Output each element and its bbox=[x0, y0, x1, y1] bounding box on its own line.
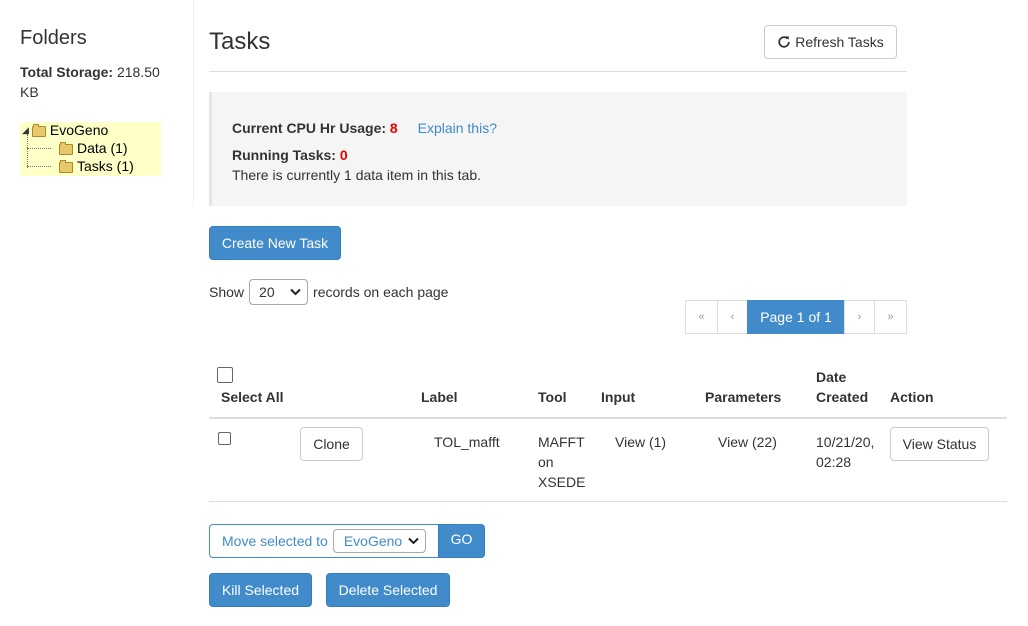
refresh-icon bbox=[778, 36, 790, 48]
move-target-select[interactable]: EvoGeno bbox=[332, 529, 427, 553]
folder-open-icon bbox=[31, 123, 46, 137]
cpu-usage: Current CPU Hr Usage: 8 Explain this? bbox=[232, 120, 497, 136]
tool-line: MAFFT bbox=[538, 434, 585, 450]
current-page-indicator[interactable]: Page 1 of 1 bbox=[747, 300, 845, 334]
page-size-select[interactable]: 20 bbox=[249, 279, 309, 305]
pagination: « ‹ Page 1 of 1 › » bbox=[685, 300, 907, 334]
select-all-checkbox[interactable] bbox=[217, 367, 233, 383]
storage-label: Total Storage: bbox=[20, 64, 114, 80]
header-parameters: Parameters bbox=[705, 389, 782, 405]
total-storage: Total Storage: 218.50 KB bbox=[20, 62, 170, 102]
chevron-down-icon bbox=[408, 537, 419, 545]
time-value: 02:28 bbox=[816, 454, 852, 470]
page-title: Tasks bbox=[209, 28, 271, 55]
folder-tree: ◢ EvoGeno Data (1) Tasks (1) bbox=[20, 122, 161, 176]
folder-icon bbox=[59, 141, 73, 155]
header-tool: Tool bbox=[538, 389, 567, 405]
folder-icon bbox=[59, 159, 73, 173]
move-selected-group: Move selected to EvoGeno GO bbox=[209, 524, 485, 558]
collapse-icon[interactable]: ◢ bbox=[22, 125, 29, 136]
chevron-down-icon bbox=[290, 288, 301, 296]
running-tasks: Running Tasks: 0 bbox=[232, 147, 348, 163]
records-label: records on each page bbox=[313, 284, 449, 300]
header-date: Date bbox=[816, 369, 847, 385]
tree-connector bbox=[27, 166, 51, 167]
first-page-button[interactable]: « bbox=[685, 300, 718, 334]
last-page-button[interactable]: » bbox=[874, 300, 907, 334]
data-item-note: There is currently 1 data item in this t… bbox=[232, 167, 481, 183]
explain-link[interactable]: Explain this? bbox=[418, 120, 497, 136]
tree-item-label[interactable]: Data (1) bbox=[77, 140, 128, 156]
usage-info-panel: Current CPU Hr Usage: 8 Explain this? Ru… bbox=[209, 92, 907, 206]
page-size-control: Show 20 records on each page bbox=[209, 279, 448, 305]
header-divider bbox=[209, 71, 907, 72]
running-tasks-value: 0 bbox=[339, 147, 348, 163]
clone-button[interactable]: Clone bbox=[300, 427, 363, 461]
refresh-label: Refresh Tasks bbox=[795, 34, 884, 50]
tree-item-label[interactable]: EvoGeno bbox=[50, 122, 108, 138]
view-parameters-link[interactable]: View (22) bbox=[718, 432, 777, 452]
view-status-button[interactable]: View Status bbox=[890, 427, 989, 461]
create-new-task-button[interactable]: Create New Task bbox=[209, 226, 341, 260]
kill-selected-button[interactable]: Kill Selected bbox=[209, 573, 312, 607]
table-row-divider bbox=[209, 501, 1007, 502]
next-page-button[interactable]: › bbox=[844, 300, 875, 334]
page-size-value: 20 bbox=[259, 284, 275, 300]
tree-item-label[interactable]: Tasks (1) bbox=[77, 158, 134, 174]
date-created-cell: 10/21/20, 02:28 bbox=[816, 432, 874, 472]
move-selected-label: Move selected to bbox=[222, 533, 328, 549]
running-tasks-label: Running Tasks: bbox=[232, 147, 336, 163]
table-header-divider bbox=[209, 417, 1007, 419]
header-label: Label bbox=[421, 389, 458, 405]
move-selected-control: Move selected to EvoGeno bbox=[209, 524, 439, 558]
tree-item-root[interactable]: ◢ EvoGeno bbox=[22, 122, 108, 138]
date-value: 10/21/20, bbox=[816, 434, 875, 450]
cpu-usage-label: Current CPU Hr Usage: bbox=[232, 120, 387, 136]
cpu-usage-value: 8 bbox=[389, 120, 398, 136]
tree-connector bbox=[27, 134, 28, 168]
show-label: Show bbox=[209, 284, 245, 300]
go-button[interactable]: GO bbox=[438, 524, 485, 558]
refresh-tasks-button[interactable]: Refresh Tasks bbox=[764, 25, 897, 59]
folders-title: Folders bbox=[20, 27, 87, 49]
delete-selected-button[interactable]: Delete Selected bbox=[326, 573, 450, 607]
tool-line: on bbox=[538, 454, 554, 470]
row-select-checkbox[interactable] bbox=[218, 432, 231, 445]
prev-page-button[interactable]: ‹ bbox=[717, 300, 748, 334]
header-select-all: Select All bbox=[221, 389, 284, 405]
tool-line: XSEDE bbox=[538, 474, 586, 490]
tree-item-tasks[interactable]: Tasks (1) bbox=[59, 158, 134, 174]
move-target-value: EvoGeno bbox=[343, 533, 403, 549]
header-created: Created bbox=[816, 389, 869, 405]
task-label-link[interactable]: TOL_mafft bbox=[434, 432, 500, 452]
tool-cell: MAFFT on XSEDE bbox=[538, 432, 585, 492]
tree-item-data[interactable]: Data (1) bbox=[59, 140, 128, 156]
header-action: Action bbox=[890, 389, 934, 405]
tree-connector bbox=[27, 148, 51, 149]
header-input: Input bbox=[601, 389, 636, 405]
view-input-link[interactable]: View (1) bbox=[615, 432, 666, 452]
